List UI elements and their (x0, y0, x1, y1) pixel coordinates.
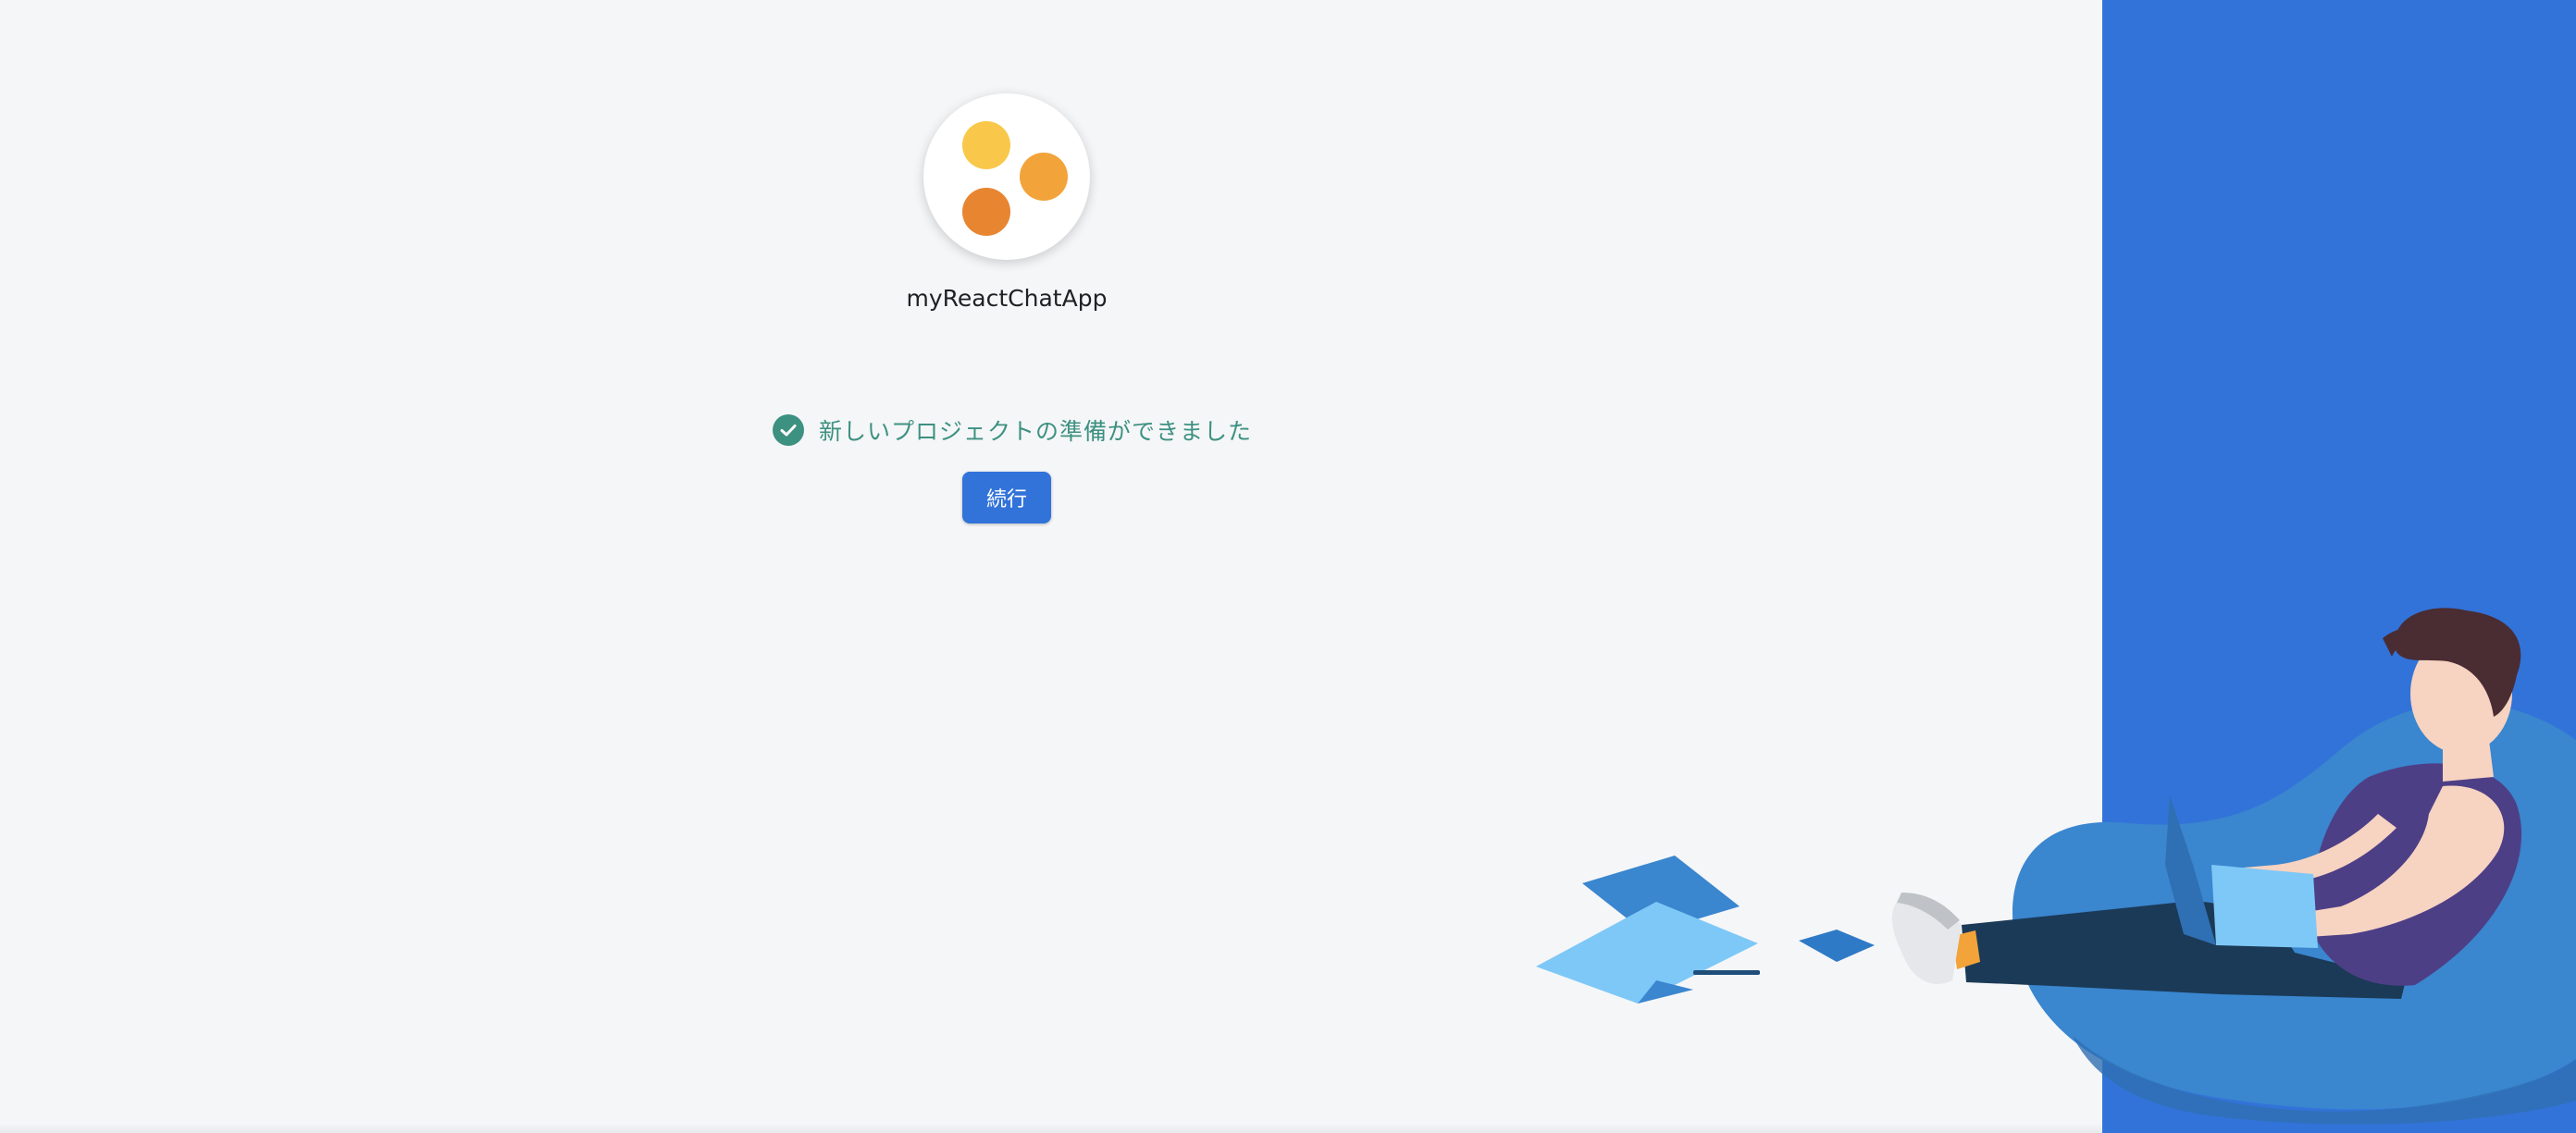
bottom-edge (0, 1124, 2102, 1133)
person-with-laptop-illustration (1536, 608, 2576, 1125)
